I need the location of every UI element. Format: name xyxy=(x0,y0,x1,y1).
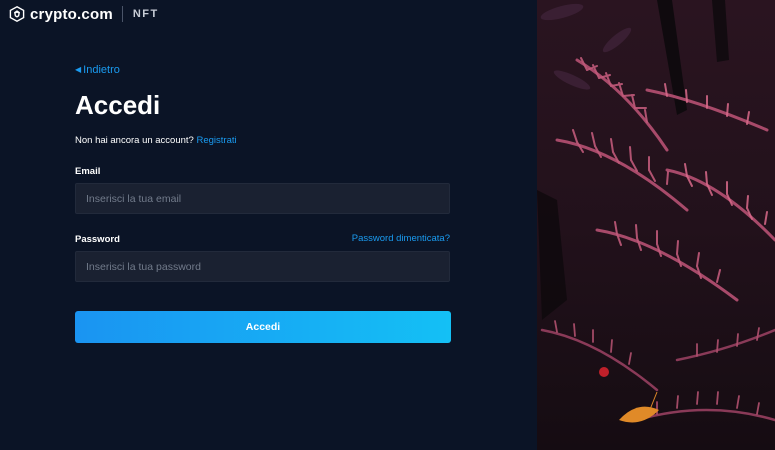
email-field[interactable] xyxy=(75,183,450,214)
brand-divider xyxy=(121,6,123,22)
forgot-password-link[interactable]: Password dimenticata? xyxy=(352,233,450,244)
brand-product[interactable]: NFT xyxy=(133,8,159,20)
fern-forest-photo xyxy=(537,0,775,450)
chevron-left-icon: ◀ xyxy=(75,65,82,74)
brand-name[interactable]: crypto.com xyxy=(30,6,113,23)
signup-link[interactable]: Registrati xyxy=(196,135,236,146)
signup-prompt: Non hai ancora un account? Registrati xyxy=(75,135,237,146)
crypto-com-lion-icon[interactable] xyxy=(9,6,25,22)
email-label: Email xyxy=(75,166,101,177)
signup-prompt-text: Non hai ancora un account? xyxy=(75,135,194,146)
back-link[interactable]: ◀ Indietro xyxy=(75,64,120,76)
page-title: Accedi xyxy=(75,90,161,120)
password-field[interactable] xyxy=(75,251,450,282)
brand-header: crypto.com NFT xyxy=(9,4,159,24)
back-label: Indietro xyxy=(83,64,120,76)
login-button[interactable]: Accedi xyxy=(75,311,451,343)
password-label: Password xyxy=(75,234,120,245)
login-panel: crypto.com NFT ◀ Indietro Accedi Non hai … xyxy=(0,0,537,450)
